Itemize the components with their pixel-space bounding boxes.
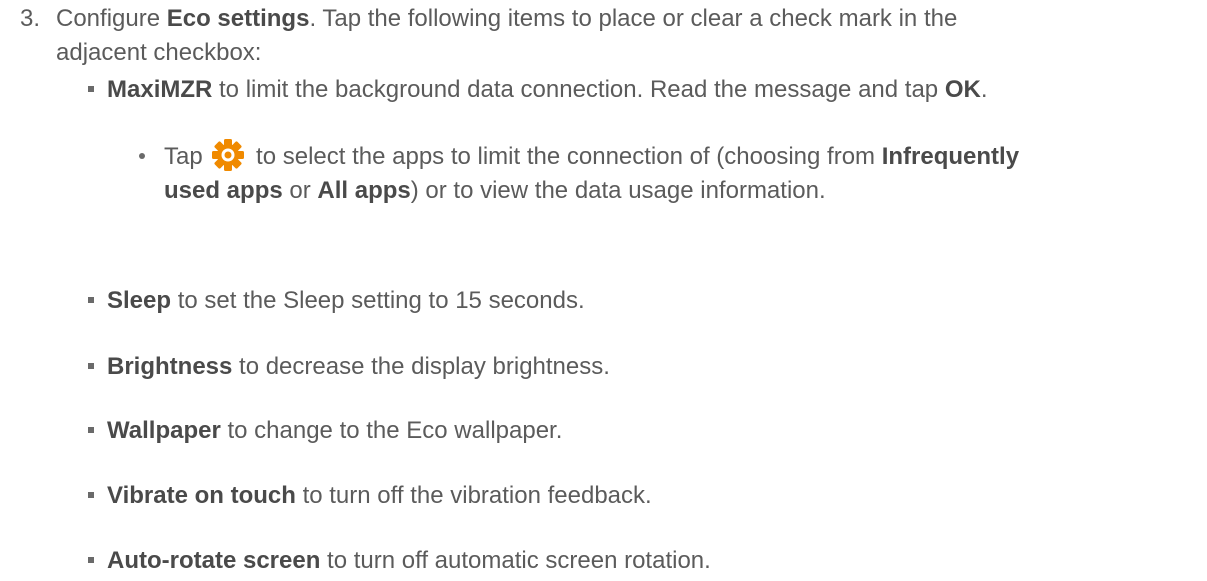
sub-line-2: used apps or All apps) or to view the da… [164,174,1204,208]
square-bullet-icon [88,427,94,433]
item-name: Brightness [107,353,233,380]
step-text: Configure Eco settings. Tap the followin… [56,2,1196,70]
step-number: 3. [20,5,41,32]
step-text-part: Configure [56,5,167,32]
sub-text-part: ) or to view the data usage information. [410,177,826,204]
square-bullet-icon [88,557,94,563]
sub-text-part: or [282,177,318,204]
round-bullet-icon [139,153,145,159]
infrequently-label: Infrequently [881,143,1020,170]
item-description: to turn off automatic screen rotation. [320,547,711,574]
instruction-document: 3. Configure Eco settings. Tap the follo… [0,0,1207,581]
list-item-text: Vibrate on touch to turn off the vibrati… [107,479,1197,513]
used-apps-label: used apps [164,177,283,204]
ok-label: OK [944,76,981,103]
square-bullet-icon [88,297,94,303]
step-line-1: Configure Eco settings. Tap the followin… [56,2,1196,36]
all-apps-label: All apps [317,177,411,204]
gear-icon [211,139,245,171]
sub-list-item-text: Tap to select the apps to limit the conn… [164,139,1204,208]
square-bullet-icon [88,363,94,369]
item-description: to limit the background data connection.… [212,76,945,103]
item-description: to change to the Eco wallpaper. [220,417,563,444]
square-bullet-icon [88,492,94,498]
list-item-text: MaxiMZR to limit the background data con… [107,73,1197,107]
item-name: Wallpaper [107,417,221,444]
list-item-text: Brightness to decrease the display brigh… [107,350,1197,384]
item-description-end: . [980,76,988,103]
step-text-part: . Tap the following items to place or cl… [309,5,958,32]
item-description: to set the Sleep setting to 15 seconds. [171,287,585,314]
item-description: to decrease the display brightness. [232,353,610,380]
step-line-2: adjacent checkbox: [56,39,262,66]
sub-line-1: Tap to select the apps to limit the conn… [164,139,1204,174]
sub-text-part: Tap [164,143,210,170]
eco-settings-label: Eco settings [166,5,310,32]
list-item-text: Wallpaper to change to the Eco wallpaper… [107,414,1197,448]
item-name: Auto-rotate screen [107,547,321,574]
item-name: Sleep [107,287,172,314]
list-item-text: Auto-rotate screen to turn off automatic… [107,544,1197,578]
list-item-text: Sleep to set the Sleep setting to 15 sec… [107,284,1197,318]
item-name: MaxiMZR [107,76,213,103]
gear-icon-svg [212,139,245,171]
item-name: Vibrate on touch [107,482,296,509]
sub-text-part: to select the apps to limit the connecti… [249,143,882,170]
square-bullet-icon [88,86,94,92]
item-description: to turn off the vibration feedback. [295,482,652,509]
